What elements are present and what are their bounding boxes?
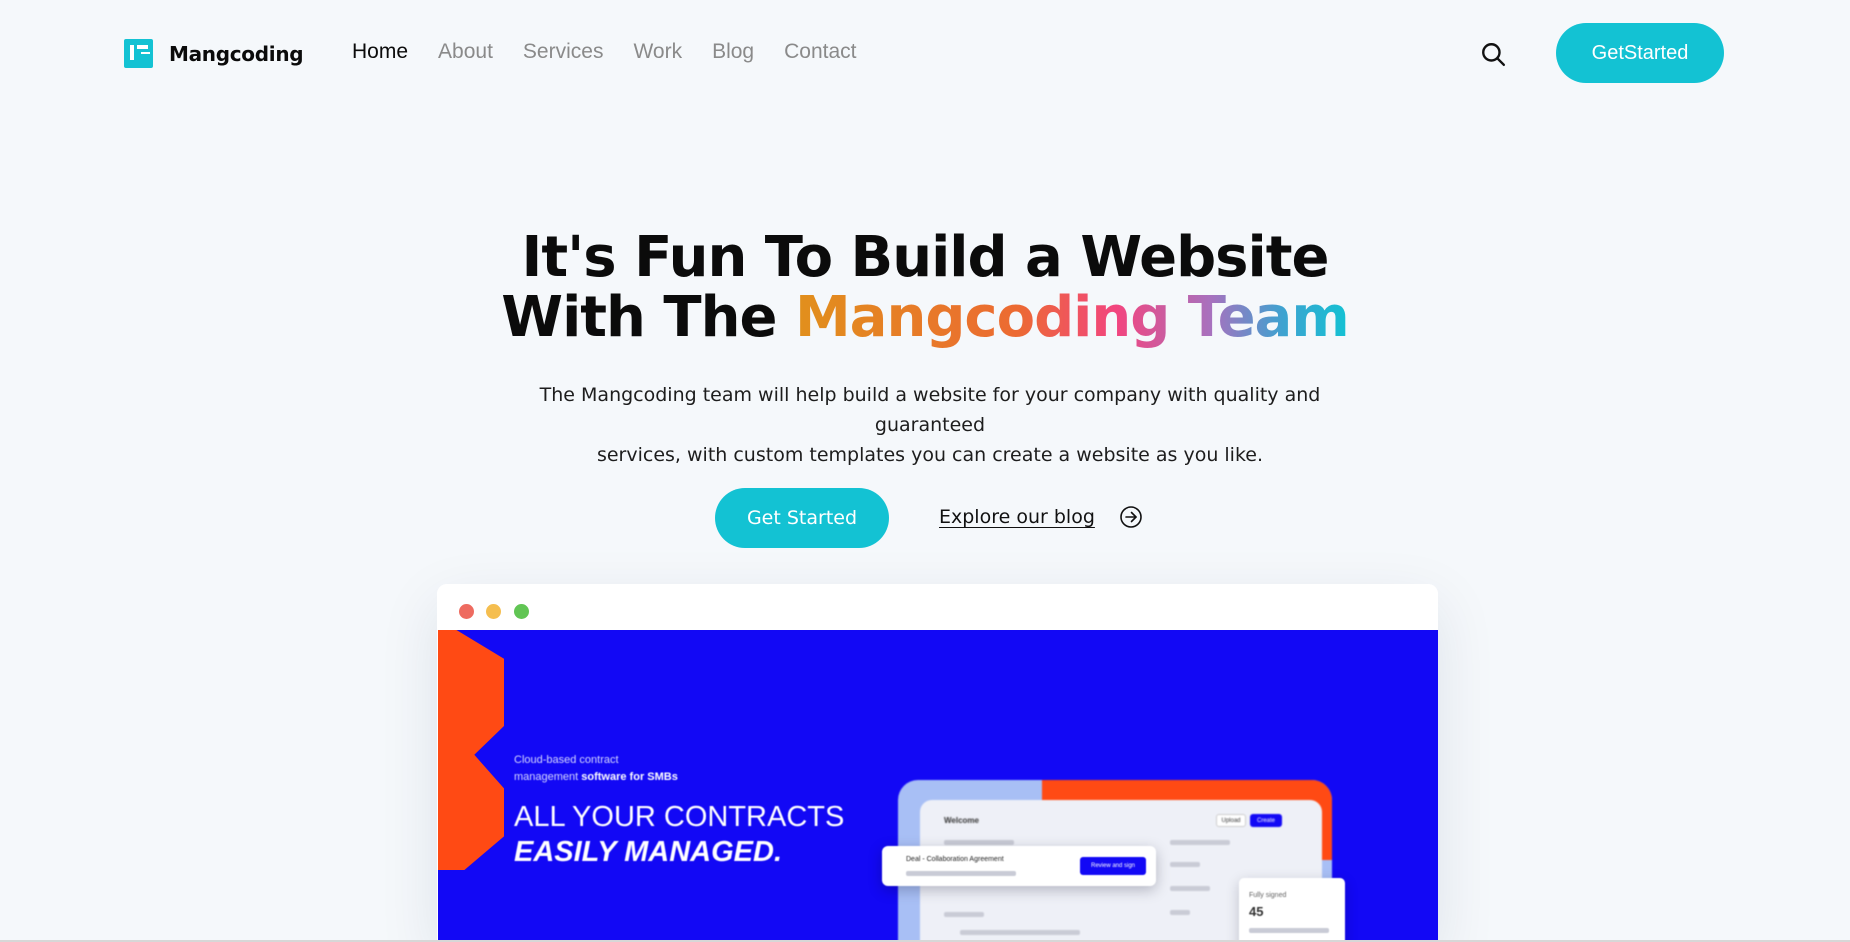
preview-headline-line1: ALL YOUR CONTRACTS (514, 801, 845, 833)
preview-screenshot: Cloud-based contract management software… (438, 630, 1438, 942)
main-nav: Home About Services Work Blog Contact (352, 40, 856, 64)
dashboard-skeleton (944, 912, 984, 917)
nav-item-home[interactable]: Home (352, 40, 408, 64)
review-sign-button: Review and sign (1080, 857, 1146, 875)
preview-tagline: Cloud-based contract management software… (514, 752, 678, 786)
preview-headline-line2: EASILY MANAGED. (514, 836, 783, 868)
get-started-button[interactable]: Get Started (715, 488, 889, 548)
hero-title-line1: It's Fun To Build a Website (521, 225, 1330, 290)
dashboard-skeleton (906, 871, 1016, 876)
dashboard-skeleton (944, 840, 1014, 845)
preview-deal-card: Deal - Collaboration Agreement Review an… (882, 846, 1156, 886)
dashboard-skeleton (1170, 886, 1210, 891)
nav-item-services[interactable]: Services (523, 40, 604, 64)
dashboard-skeleton (1170, 862, 1200, 867)
dashboard-skeleton (1170, 840, 1230, 845)
hero-subtitle-line2: services, with custom templates you can … (596, 444, 1264, 466)
decorative-shape (438, 630, 504, 870)
deal-card-title: Deal - Collaboration Agreement (906, 856, 1004, 863)
dashboard-create-button: Create (1250, 814, 1282, 827)
nav-item-work[interactable]: Work (633, 40, 682, 64)
nav-item-about[interactable]: About (438, 40, 493, 64)
nav-item-blog[interactable]: Blog (712, 40, 754, 64)
hero-title: It's Fun To Build a Website With The Man… (0, 228, 1850, 348)
hero-title-line2-prefix: With The (501, 285, 795, 350)
search-icon[interactable] (1480, 41, 1506, 67)
dashboard-upload-button: Upload (1216, 814, 1246, 827)
preview-headline: ALL YOUR CONTRACTS EASILY MANAGED. (514, 800, 844, 870)
dashboard-skeleton (960, 930, 1080, 935)
signed-value: 45 (1249, 904, 1264, 919)
signed-label: Fully signed (1249, 892, 1287, 899)
logo-mark-icon (124, 39, 153, 68)
dashboard-title: Welcome (944, 816, 979, 825)
hero-subtitle-line1: The Mangcoding team will help build a we… (539, 384, 1321, 436)
hero-subtitle: The Mangcoding team will help build a we… (500, 380, 1360, 470)
browser-preview: Cloud-based contract management software… (437, 584, 1438, 942)
explore-blog-label: Explore our blog (939, 506, 1095, 528)
dashboard-skeleton (1170, 910, 1190, 915)
logo-text: Mangcoding (169, 41, 304, 66)
arrow-right-circle-icon (1120, 506, 1142, 528)
window-maximize-dot (514, 604, 529, 619)
site-header: Mangcoding Home About Services Work Blog… (0, 0, 1850, 108)
dashboard-skeleton (1249, 928, 1329, 933)
explore-blog-link[interactable]: Explore our blog (939, 505, 1143, 529)
logo[interactable]: Mangcoding (124, 39, 304, 68)
preview-tagline-line2-bold: software for SMBs (581, 771, 678, 783)
browser-toolbar (437, 584, 1438, 630)
get-started-header-button[interactable]: GetStarted (1556, 23, 1724, 83)
nav-item-contact[interactable]: Contact (784, 40, 856, 64)
window-minimize-dot (486, 604, 501, 619)
preview-tagline-line2-prefix: management (514, 771, 582, 783)
hero-title-highlight: Mangcoding Team (794, 285, 1350, 350)
preview-signed-card: Fully signed 45 (1239, 878, 1345, 942)
preview-tagline-line1: Cloud-based contract (514, 754, 619, 766)
window-close-dot (459, 604, 474, 619)
